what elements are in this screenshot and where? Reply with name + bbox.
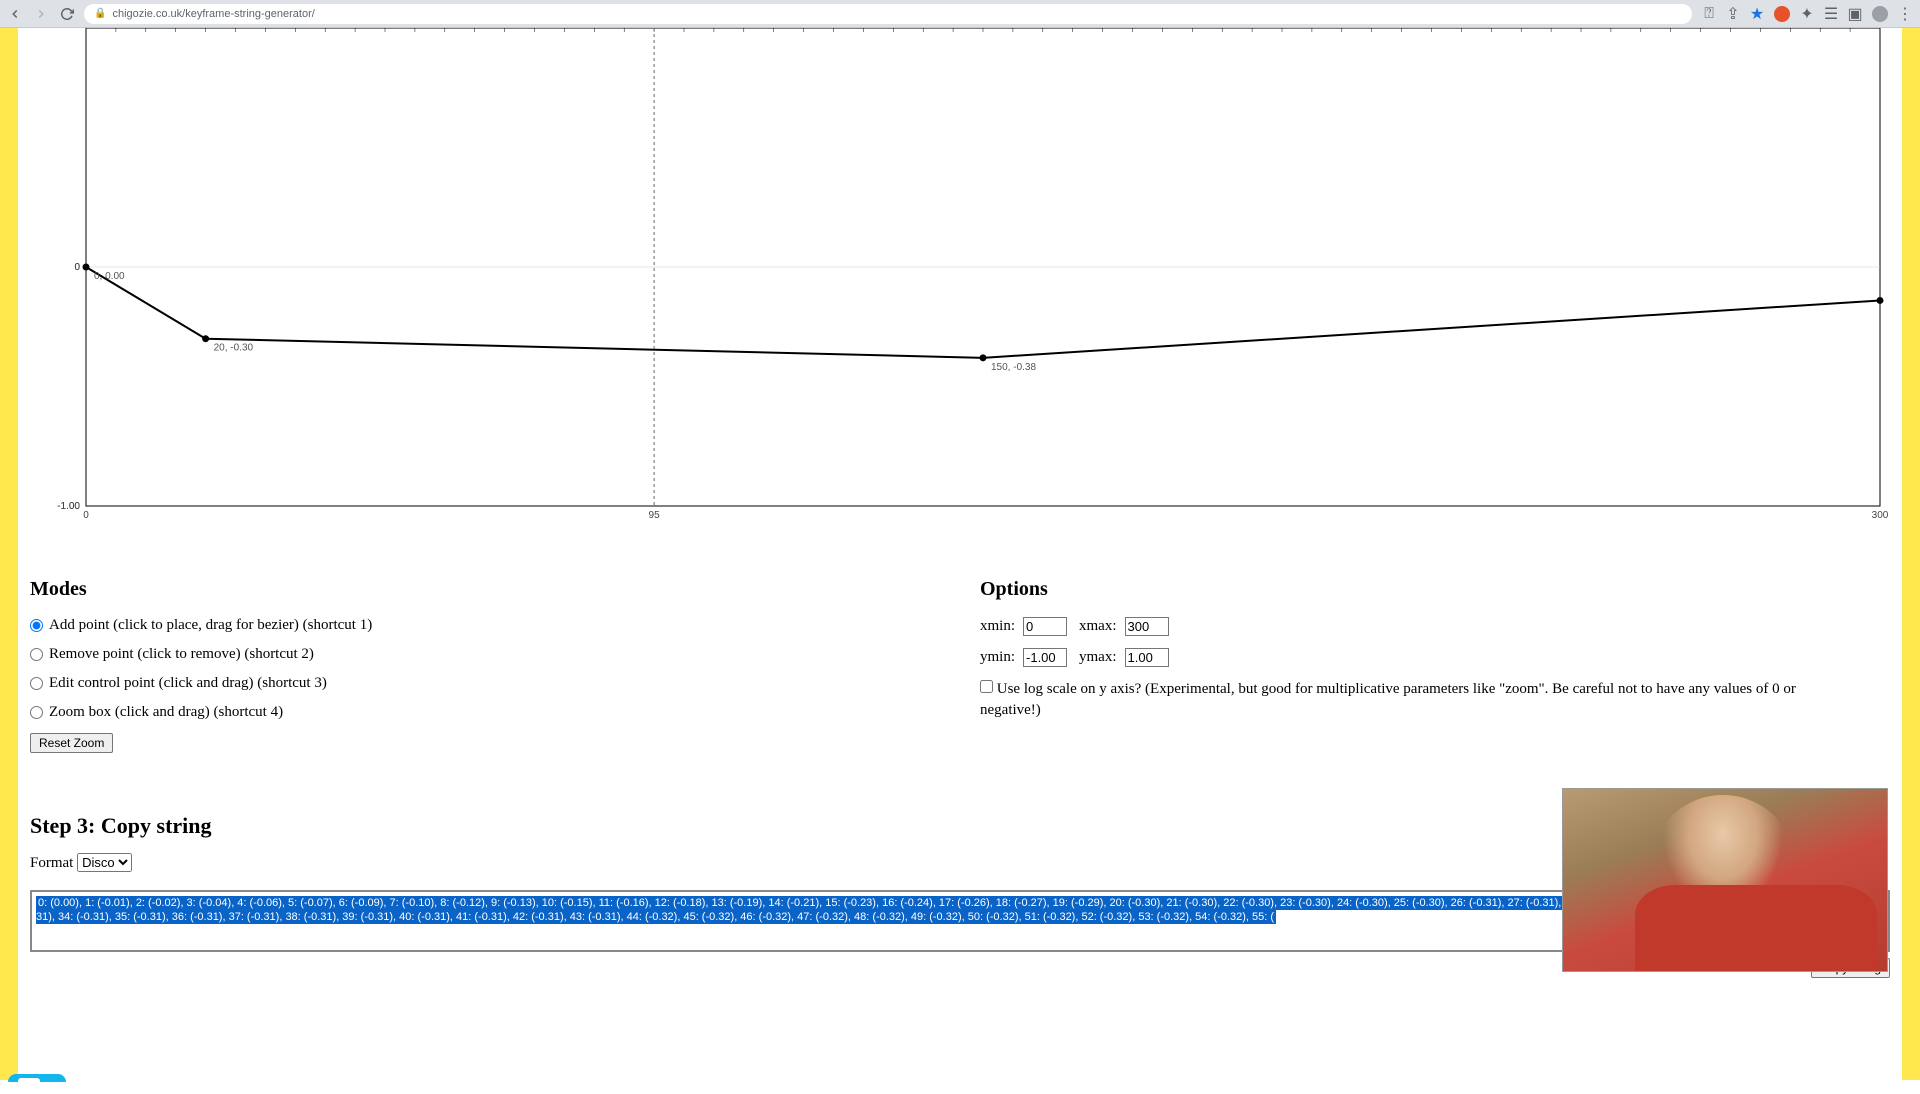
translate-icon[interactable]: ⍰ <box>1702 7 1716 21</box>
reset-zoom-button[interactable]: Reset Zoom <box>30 733 113 753</box>
xmax-input[interactable] <box>1125 617 1169 636</box>
options-panel: Options xmin: xmax: ymin: ymax: Use log … <box>980 578 1890 753</box>
gutter-left <box>0 28 18 1080</box>
xmin-label: xmin: <box>980 618 1015 635</box>
kofi-widget[interactable] <box>8 1074 66 1082</box>
ymax-input[interactable] <box>1125 648 1169 667</box>
svg-text:300: 300 <box>1872 510 1889 521</box>
gutter-right <box>1902 28 1920 1080</box>
reload-icon[interactable] <box>60 7 74 21</box>
webcam-overlay <box>1562 788 1888 972</box>
mode-row-0: Add point (click to place, drag for bezi… <box>30 617 940 634</box>
mode-radio-2[interactable] <box>30 677 43 690</box>
ymin-input[interactable] <box>1023 648 1067 667</box>
modes-heading: Modes <box>30 578 940 601</box>
keyframe-chart[interactable]: 0, 0.0020, -0.30150, -0.38-1.000-1.00009… <box>30 28 1890 528</box>
svg-text:-1.00: -1.00 <box>57 501 80 512</box>
modes-panel: Modes Add point (click to place, drag fo… <box>30 578 940 753</box>
svg-text:0, 0.00: 0, 0.00 <box>94 271 125 282</box>
mode-row-1: Remove point (click to remove) (shortcut… <box>30 646 940 663</box>
svg-text:150, -0.38: 150, -0.38 <box>991 362 1036 373</box>
forward-icon <box>34 7 48 21</box>
svg-text:95: 95 <box>649 510 661 521</box>
format-select[interactable]: Disco <box>77 853 132 872</box>
mode-radio-3[interactable] <box>30 706 43 719</box>
lock-icon: 🔒 <box>94 8 106 19</box>
back-icon[interactable] <box>8 7 22 21</box>
ymin-label: ymin: <box>980 649 1015 666</box>
bookmark-icon[interactable]: ★ <box>1750 7 1764 21</box>
log-scale-checkbox[interactable] <box>980 680 993 693</box>
options-heading: Options <box>980 578 1890 601</box>
profile-icon[interactable] <box>1872 6 1888 22</box>
share-icon[interactable]: ⇪ <box>1726 7 1740 21</box>
sidepanel-icon[interactable]: ▣ <box>1848 7 1862 21</box>
xmax-label: xmax: <box>1079 618 1117 635</box>
log-scale-label: Use log scale on y axis? (Experimental, … <box>980 681 1796 718</box>
mode-label-3: Zoom box (click and drag) (shortcut 4) <box>49 704 283 721</box>
mode-label-0: Add point (click to place, drag for bezi… <box>49 617 372 634</box>
reading-list-icon[interactable]: ☰ <box>1824 7 1838 21</box>
address-bar[interactable]: 🔒 chigozie.co.uk/keyframe-string-generat… <box>84 4 1692 24</box>
xmin-input[interactable] <box>1023 617 1067 636</box>
extension-icon[interactable] <box>1774 6 1790 22</box>
svg-text:0: 0 <box>74 262 80 273</box>
mode-label-1: Remove point (click to remove) (shortcut… <box>49 646 314 663</box>
svg-text:20, -0.30: 20, -0.30 <box>214 343 254 354</box>
browser-toolbar: 🔒 chigozie.co.uk/keyframe-string-generat… <box>0 0 1920 28</box>
mode-radio-1[interactable] <box>30 648 43 661</box>
url-text: chigozie.co.uk/keyframe-string-generator… <box>112 8 314 20</box>
menu-icon[interactable]: ⋮ <box>1898 7 1912 21</box>
format-label: Format <box>30 855 73 871</box>
chart-svg[interactable]: 0, 0.0020, -0.30150, -0.38-1.000-1.00009… <box>30 28 1890 528</box>
mode-label-2: Edit control point (click and drag) (sho… <box>49 675 327 692</box>
mode-row-2: Edit control point (click and drag) (sho… <box>30 675 940 692</box>
extensions-icon[interactable]: ✦ <box>1800 7 1814 21</box>
ymax-label: ymax: <box>1079 649 1117 666</box>
mode-row-3: Zoom box (click and drag) (shortcut 4) <box>30 704 940 721</box>
toolbar-right: ⍰ ⇪ ★ ✦ ☰ ▣ ⋮ <box>1702 6 1912 22</box>
svg-text:0: 0 <box>83 510 89 521</box>
mode-radio-0[interactable] <box>30 619 43 632</box>
